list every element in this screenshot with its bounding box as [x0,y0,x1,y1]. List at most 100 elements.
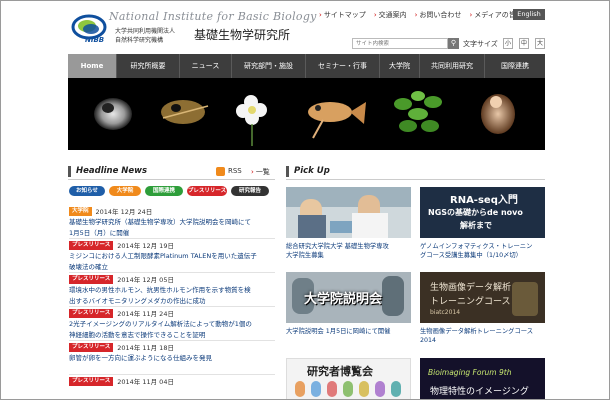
news-item[interactable]: プレスリリース 2014年 12月 05日 環境水中の男性ホルモン、抗男性ホルモン作… [69,274,274,306]
rnaseq-banner-sub2: 解析まで [460,221,492,230]
rss-link[interactable]: RSS [228,167,242,175]
news-date: 2014年 12月 05日 [117,276,174,284]
expo-banner-title: 研究者博覧会 [307,365,373,378]
pickup-image-lab [286,187,411,238]
rnaseq-banner-title: RNA-seq入門 [450,195,518,206]
utility-links: サイトマップ 交通案内 お問い合わせ メディアの皆様へ [319,10,530,20]
news-separator [69,272,275,273]
nav-divisions[interactable]: 研究部門・施設 [232,54,306,78]
news-item[interactable]: プレスリリース 2014年 12月 19日 ミジンコにおける人工制限酵素Platin… [69,240,274,272]
news-item[interactable]: プレスリリース 2014年 11月 18日 卵管が卵を一方向に運ぶようになる仕組みを… [69,342,274,363]
news-headline-link[interactable]: ミジンコにおける人工制限酵素Platinum TALENを用いた遺伝子 [69,251,274,261]
bioimage-banner-sub: トレーニングコース [430,297,511,307]
forum-banner-title: Bioimaging Forum 9th [428,368,512,377]
pickup-divider [286,179,545,180]
news-item[interactable]: 大学院 2014年 12月 24日 基礎生物学研究所（基礎生物学専攻）大学院説明会を… [69,206,274,238]
bioimage-banner-title: 生物画像データ解析 [430,283,512,293]
pickup-caption: 生物画像データ解析トレーニングコース 2014 [420,328,534,344]
nav-news[interactable]: ニュース [180,54,232,78]
news-headline-link[interactable]: 環境水中の男性ホルモン、抗男性ホルモン作用を示す物質を検 [69,285,274,295]
flower-image [236,95,267,146]
category-research-button[interactable]: 研究報告 [231,186,269,196]
news-separator [69,238,275,239]
pickup-caption: 大学院説明会 1月5日に岡崎にて開催 [286,328,391,335]
font-size-large-button[interactable]: 大 [535,38,545,49]
pickup-image-rnaseq: RNA-seq入門 NGSの基礎からde novo 解析まで [420,187,545,238]
org-parent-line2: 自然科学研究機構 [115,37,164,44]
pickup-image-expo: 研究者博覧会 [286,358,411,399]
bioimage-banner-tag: biatc2014 [430,309,461,316]
news-list-link[interactable]: 一覧 [251,167,270,177]
news-category-tag[interactable]: プレスリリース [69,308,114,318]
nav-home[interactable]: Home [68,54,117,78]
news-headline-link[interactable]: 1月5日（月）に開催 [69,228,274,238]
access-link[interactable]: 交通案内 [374,10,407,20]
org-parent-line1: 大学共同利用機関法人 [115,28,176,35]
news-item[interactable]: プレスリリース 2014年 11月 04日 [69,376,274,387]
pickup-item-researcher-expo[interactable]: 研究者博覧会 [286,358,411,399]
plant-image [394,91,442,132]
category-press-button[interactable]: プレスリリース [187,186,227,196]
news-headline-link[interactable]: 卵管が卵を一方向に運ぶようになる仕組みを発見 [69,353,274,363]
news-separator [69,306,275,307]
news-category-tag[interactable]: プレスリリース [69,240,114,250]
org-name-english[interactable]: National Institute for Basic Biology [109,10,317,23]
rnaseq-banner-sub: NGSの基礎からde novo [428,208,523,217]
news-category-tag[interactable]: プレスリリース [69,376,114,386]
nav-graduate[interactable]: 大学院 [380,54,420,78]
pickup-image-briefing: 大学院説明会 [286,272,411,323]
font-size-medium-button[interactable]: 中 [519,38,529,49]
news-headline-link[interactable]: 基礎生物学研究所（基礎生物学専攻）大学院説明会を岡崎にて [69,217,274,227]
site-header: NIBB National Institute for Basic Biolog… [1,1,609,53]
browser-frame: NIBB National Institute for Basic Biolog… [0,0,610,400]
hero-banner[interactable] [68,78,545,150]
main-nav: Home 研究所概要 ニュース 研究部門・施設 セミナー・行事 大学院 共同利用… [68,54,545,78]
pickup-item-bioimaging-forum[interactable]: Bioimaging Forum 9th 物理特性のイメージング [420,358,545,399]
rss-icon[interactable] [216,167,225,176]
pickup-image-forum: Bioimaging Forum 9th 物理特性のイメージング [420,358,545,399]
pickup-caption: 総合研究大学院大学 基礎生物学専攻 大学院生募集 [286,243,389,259]
news-date: 2014年 11月 04日 [117,378,174,386]
category-graduate-button[interactable]: 大学院 [109,186,141,196]
headline-divider [68,179,275,180]
news-category-tag[interactable]: プレスリリース [69,274,114,284]
forum-banner-sub: 物理特性のイメージング [430,387,529,397]
embryo-image [94,98,132,130]
news-headline-link[interactable]: 神経細胞の活動を意志で操作できることを証明 [69,330,274,340]
news-item[interactable]: プレスリリース 2014年 11月 24日 2光子イメージングのリアルタイム解析法に… [69,308,274,340]
search-input[interactable] [352,38,448,49]
mouse-embryo-image [481,94,515,134]
pickup-item-rnaseq-course[interactable]: RNA-seq入門 NGSの基礎からde novo 解析まで ゲノムインフォマテ… [420,187,545,260]
news-headline-link[interactable]: 2光子イメージングのリアルタイム解析法によって動物が1個の [69,319,274,329]
search-icon: ⚲ [450,39,457,47]
contact-link[interactable]: お問い合わせ [415,10,461,20]
sitemap-link[interactable]: サイトマップ [319,10,366,20]
pickup-item-bioimage-course[interactable]: 生物画像データ解析 トレーニングコース biatc2014 生物画像データ解析ト… [420,272,545,345]
font-size-label: 文字サイズ [463,40,498,48]
pickup-caption: ゲノムインフォマティクス・トレーニン グコース受講生募集中（1/10〆切） [420,243,533,259]
category-international-button[interactable]: 国際連携 [145,186,183,196]
font-size-small-button[interactable]: 小 [503,38,513,49]
nav-seminars[interactable]: セミナー・行事 [306,54,380,78]
news-date: 2014年 11月 18日 [117,344,174,352]
news-date: 2014年 11月 24日 [117,310,174,318]
news-category-tag[interactable]: プレスリリース [69,342,114,352]
fish-image [308,102,366,139]
english-button[interactable]: English [513,9,545,20]
news-headline-link[interactable]: 破壊法の確立 [69,262,274,272]
news-category-tag[interactable]: 大学院 [69,206,92,216]
briefing-banner-title: 大学院説明会 [304,292,383,307]
org-name-japanese[interactable]: 基礎生物学研究所 [194,26,290,43]
pickup-item-graduate-recruit[interactable]: 総合研究大学院大学 基礎生物学専攻 大学院生募集 [286,187,411,260]
pickup-title: Pick Up [286,166,330,177]
nav-collaboration[interactable]: 共同利用研究 [420,54,485,78]
headline-news-title: Headline News [68,166,147,177]
nav-international[interactable]: 国際連携 [485,54,545,78]
nav-about[interactable]: 研究所概要 [117,54,180,78]
logo-text: NIBB [85,36,105,44]
news-date: 2014年 12月 24日 [95,208,153,216]
pickup-item-graduate-briefing[interactable]: 大学院説明会 大学院説明会 1月5日に岡崎にて開催 [286,272,411,336]
search-button[interactable]: ⚲ [448,38,459,49]
category-notice-button[interactable]: お知らせ [69,186,105,196]
news-headline-link[interactable]: 出するバイオモニタリングメダカの作出に成功 [69,296,274,306]
